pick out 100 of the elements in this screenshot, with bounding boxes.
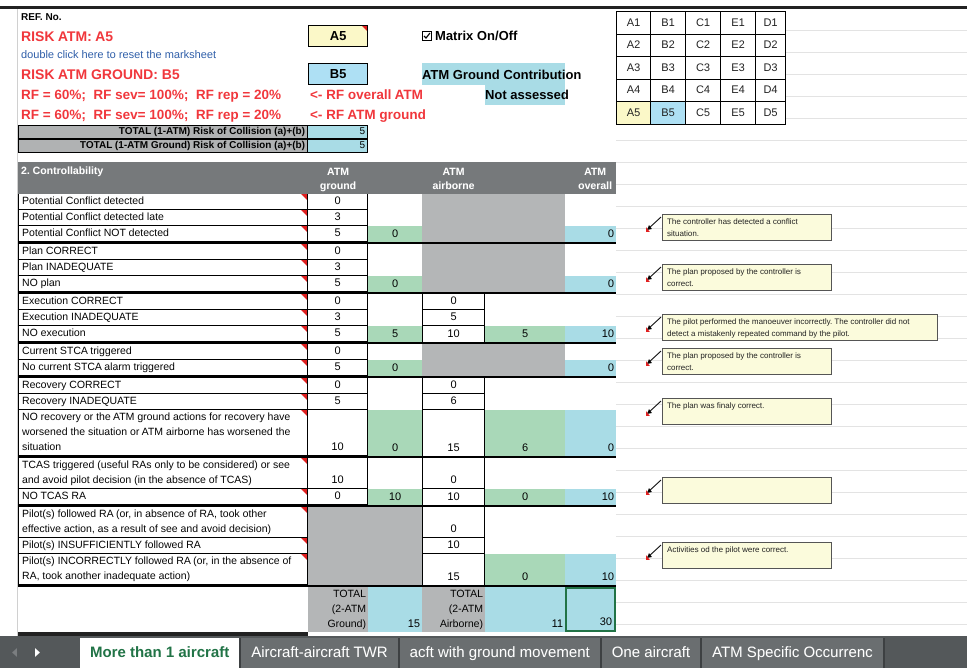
airborne-result-cell: 6 xyxy=(485,410,565,456)
sheet-tab[interactable]: ATM Specific Occurrenc xyxy=(702,638,885,668)
column-header: ATM airborne xyxy=(432,164,474,194)
matrix-cell[interactable]: B2 xyxy=(651,34,686,57)
overall-score: 10 xyxy=(602,490,614,505)
criterion-label: No current STCA alarm triggered xyxy=(22,360,175,373)
ground-result-cell: 0 xyxy=(368,360,422,376)
sheet-tab[interactable]: Aircraft-aircraft TWR xyxy=(241,638,400,668)
airborne-score-cell: 5 xyxy=(422,310,485,326)
sheet-tab[interactable]: acft with ground movement xyxy=(400,638,602,668)
ground-score-cell: 0 xyxy=(308,378,368,394)
overall-score: 0 xyxy=(608,276,614,292)
collision-total-value: 5 xyxy=(308,138,368,153)
ground-total-label: TOTAL (2-ATM Ground) xyxy=(327,586,366,632)
criterion-label: Execution INADEQUATE xyxy=(22,310,139,323)
airborne-score-cell: 0 xyxy=(422,506,485,538)
ground-contribution-status: Not assessed xyxy=(485,86,569,104)
criterion-label: NO recovery or the ATM ground actions for recovery have worsened the situation or ATM airborne has worsened the situation xyxy=(22,410,290,453)
matrix-cell[interactable]: E3 xyxy=(721,57,756,80)
overall-total-value[interactable]: 30 xyxy=(565,586,616,632)
criterion-label: Potential Conflict detected xyxy=(22,194,144,207)
matrix-cell[interactable]: D5 xyxy=(756,102,786,124)
matrix-toggle-label: Matrix On/Off xyxy=(435,27,518,45)
overall-score: 0 xyxy=(608,440,614,456)
ground-total-value: 15 xyxy=(368,586,422,632)
ground-score-cell: 3 xyxy=(308,210,368,226)
airborne-total-label: TOTAL (2-ATM Airborne) xyxy=(440,586,483,632)
airborne-score-cell: 10 xyxy=(422,538,485,554)
matrix-cell[interactable]: E4 xyxy=(721,80,756,102)
airborne-score-cell: 0 xyxy=(422,294,485,310)
matrix-cell[interactable]: C3 xyxy=(686,57,721,80)
matrix-cell[interactable]: E1 xyxy=(721,12,756,34)
criterion-label: Plan CORRECT xyxy=(22,244,98,257)
comment-note: The plan proposed by the controller is correct. xyxy=(662,264,832,291)
risk-factors-text: RF = 60%; RF sev= 100%; RF rep = 20% xyxy=(20,106,282,124)
criterion-label: NO plan xyxy=(22,276,61,289)
matrix-cell[interactable]: B3 xyxy=(651,57,686,80)
matrix-cell[interactable]: A1 xyxy=(617,12,651,34)
matrix-cell[interactable]: E5 xyxy=(721,102,756,124)
ground-result-cell: 0 xyxy=(368,276,422,292)
criterion-label: Pilot(s) INSUFFICIENTLY followed RA xyxy=(22,538,201,551)
ground-result-cell: 5 xyxy=(368,326,422,342)
collision-total-label: TOTAL (1-ATM Ground) Risk of Collision (a)+(b) xyxy=(18,138,308,153)
collision-total-value: 5 xyxy=(308,124,368,139)
matrix-cell[interactable]: C5 xyxy=(686,102,721,124)
risk-atm-label: RISK ATM: A5 xyxy=(20,26,114,46)
comment-note: The controller has detected a conflict situation. xyxy=(662,214,832,241)
section-title: 2. Controllability xyxy=(20,164,104,179)
ground-contribution-label: ATM Ground Contribution xyxy=(422,66,582,84)
criterion-label: Execution CORRECT xyxy=(22,294,123,307)
risk-factors-note: <- RF overall ATM xyxy=(309,86,424,104)
ground-score-cell: 0 xyxy=(308,294,368,310)
criterion-label: Potential Conflict detected late xyxy=(22,210,164,223)
ground-result-cell: 10 xyxy=(368,488,422,505)
ref-label: REF. No. xyxy=(20,11,63,25)
comment-note: Activities od the pilot were correct. xyxy=(662,542,832,569)
ground-result-cell: 0 xyxy=(368,226,422,242)
matrix-cell[interactable]: B1 xyxy=(651,12,686,34)
criterion-label: Pilot(s) INCORRECTLY followed RA (or, in the absence of RA, took another inadequate action) xyxy=(22,554,292,582)
criterion-label: NO execution xyxy=(22,326,86,339)
risk-atm-ground-value: B5 xyxy=(308,63,368,84)
matrix-cell[interactable]: C2 xyxy=(686,34,721,57)
matrix-cell[interactable]: D1 xyxy=(756,12,786,34)
matrix-cell[interactable]: D4 xyxy=(756,80,786,102)
criterion-label: Recovery CORRECT xyxy=(22,378,122,391)
criterion-label: NO TCAS RA xyxy=(22,490,86,502)
collision-total-label: TOTAL (1-ATM) Risk of Collision (a)+(b) xyxy=(18,124,308,139)
matrix-cell[interactable]: B5 xyxy=(651,102,686,124)
airborne-result-cell: 0 xyxy=(485,488,565,505)
overall-score: 0 xyxy=(608,226,614,242)
matrix-cell[interactable]: D3 xyxy=(756,57,786,80)
column-header: ATM overall xyxy=(578,164,612,194)
airborne-total-value: 11 xyxy=(485,586,565,632)
ground-score-cell: 0 xyxy=(308,344,368,360)
airborne-result-cell: 5 xyxy=(485,326,565,342)
comment-note: The plan was finaly correct. xyxy=(662,398,832,425)
matrix-cell[interactable]: D2 xyxy=(756,34,786,57)
airborne-score-cell: 0 xyxy=(422,458,485,489)
criterion-label: TCAS triggered (useful RAs only to be considered) or see and avoid pilot decision (in the absence of TCAS) xyxy=(22,458,290,486)
criterion-label: Plan INADEQUATE xyxy=(22,260,114,273)
matrix-cell[interactable]: C4 xyxy=(686,80,721,102)
matrix-cell[interactable]: A2 xyxy=(617,34,651,57)
ground-score-cell: 0 xyxy=(308,244,368,260)
comment-note: The plan proposed by the controller is correct. xyxy=(662,348,832,375)
sheet-tab[interactable]: More than 1 aircraft xyxy=(80,638,242,668)
risk-factors-note: <- RF ATM ground xyxy=(309,106,427,124)
ground-score-cell: 10 xyxy=(308,458,368,489)
airborne-result-cell: 0 xyxy=(485,554,565,585)
overall-score: 0 xyxy=(608,360,614,376)
matrix-cell[interactable]: A5 xyxy=(617,102,651,124)
reset-link[interactable]: double click here to reset the marksheet xyxy=(18,46,422,63)
column-header: ATM ground xyxy=(320,164,356,194)
airborne-score-cell: 6 xyxy=(422,394,485,410)
sheet-tab[interactable]: One aircraft xyxy=(602,638,702,668)
ground-result-cell: 0 xyxy=(368,410,422,456)
criterion-label: Potential Conflict NOT detected xyxy=(22,226,169,239)
matrix-cell[interactable]: E2 xyxy=(721,34,756,57)
matrix-cell[interactable]: A3 xyxy=(617,57,651,80)
matrix-cell[interactable]: C1 xyxy=(686,12,721,34)
ground-score-cell: 3 xyxy=(308,310,368,326)
